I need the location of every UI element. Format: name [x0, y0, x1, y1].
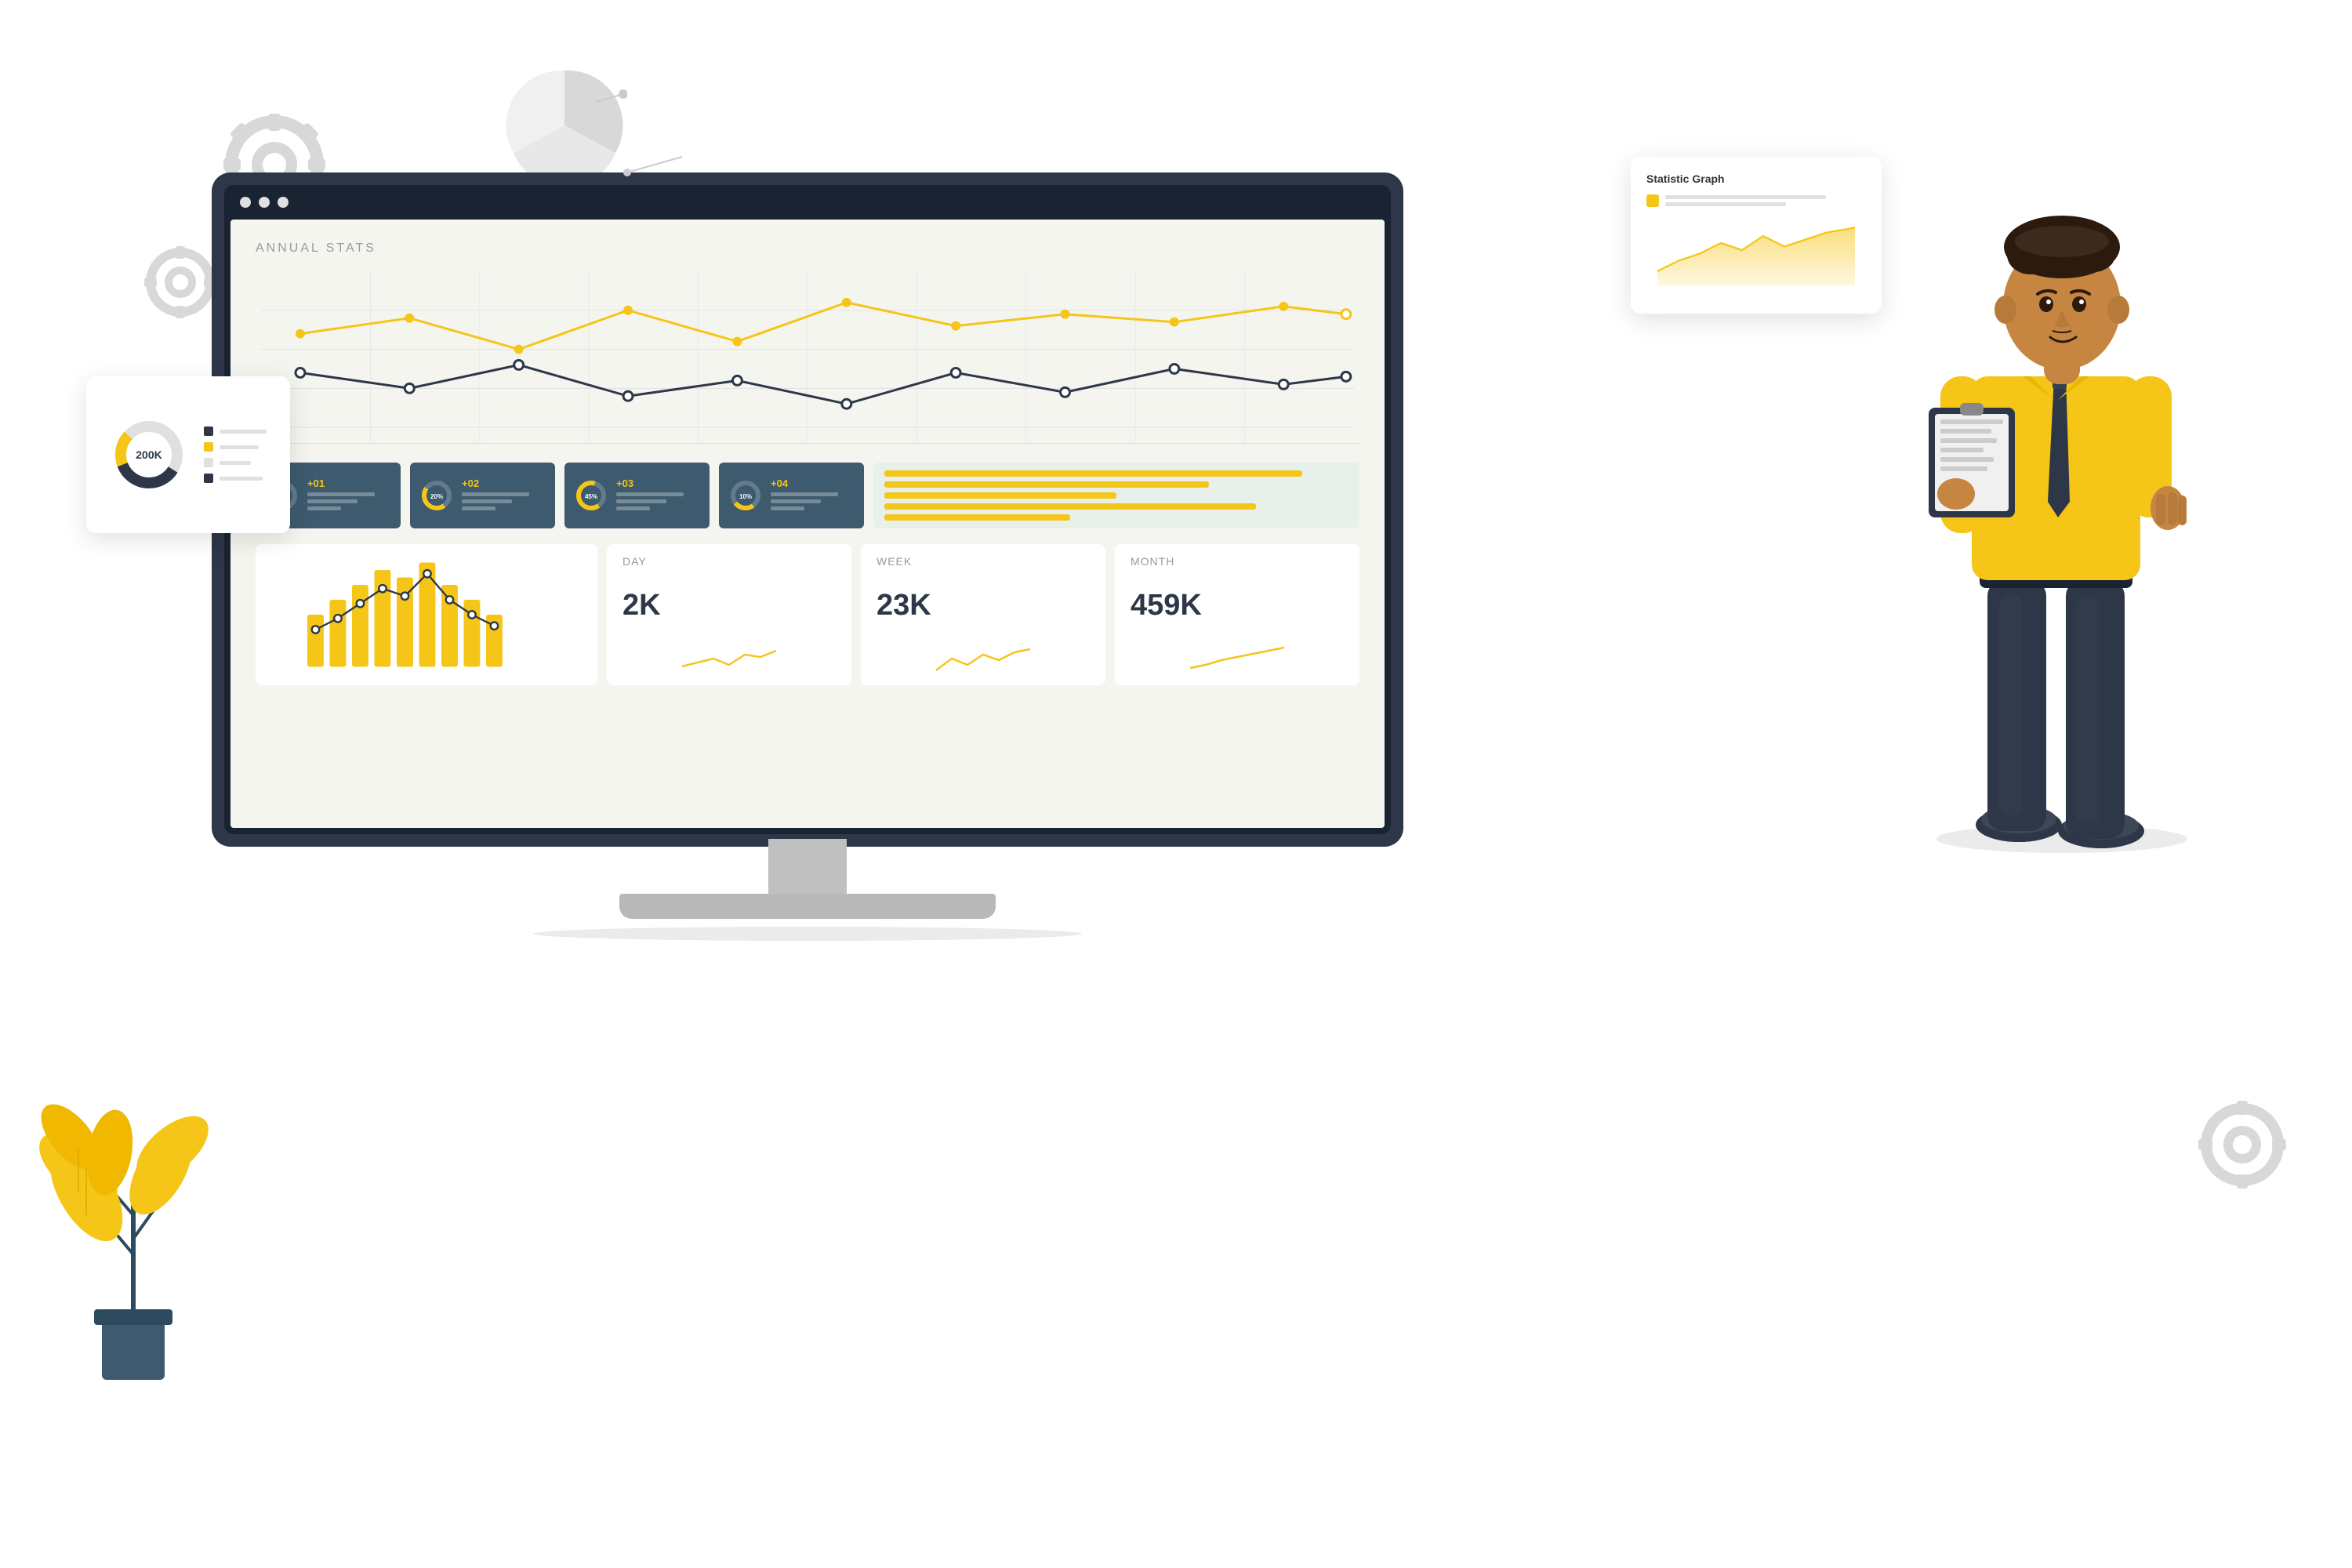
line-chart: [256, 271, 1359, 444]
stat-number-3: +03: [616, 477, 700, 489]
bar-chart-card: [256, 544, 597, 685]
laptop-content: ANNUAL STATS: [230, 220, 1385, 828]
legend-item-2: [204, 442, 267, 452]
bottom-row: DAY 2K WEEK 23K: [256, 544, 1359, 685]
stat-info-4: +04: [771, 477, 855, 514]
large-donut-chart: 200K: [110, 416, 188, 494]
stat-number-4: +04: [771, 477, 855, 489]
stat-card-4: 10% +04: [719, 463, 864, 528]
metric-card-day: DAY 2K: [607, 544, 851, 685]
sparkline-day: [622, 643, 836, 674]
gear-decoration-bottomright: [2195, 1098, 2289, 1192]
legend-item-3: [204, 458, 267, 467]
metric-label-week: WEEK: [877, 555, 1090, 568]
donut-4: 10%: [728, 478, 763, 513]
stat-lines-1: [307, 492, 391, 510]
donut-3: 45%: [574, 478, 608, 513]
stat-lines-2: [462, 492, 546, 510]
legend-item-1: [204, 426, 267, 436]
stat-line: [616, 492, 684, 496]
stat-line: [307, 499, 358, 503]
metric-card-month: MONTH 459K: [1115, 544, 1359, 685]
laptop-screen-inner: ANNUAL STATS: [224, 185, 1391, 834]
stat-line: [771, 499, 821, 503]
metric-card-week: WEEK 23K: [861, 544, 1105, 685]
legend-line-3: [220, 461, 251, 465]
sparkline-week: [877, 643, 1090, 674]
stat-graph-svg: [1646, 215, 1866, 285]
floating-pie-chart: [502, 63, 627, 188]
bar-line: [884, 470, 1302, 477]
metric-value-day: 2K: [622, 589, 836, 622]
stat-line: [462, 506, 495, 510]
legend-line-4: [220, 477, 263, 481]
stat-line: [616, 499, 666, 503]
laptop-shadow: [533, 927, 1082, 941]
stat-info-3: +03: [616, 477, 700, 514]
bar-chart-svg: [267, 555, 586, 674]
stat-line: [462, 499, 512, 503]
stat-line: [616, 506, 650, 510]
float-card-statistic-graph: Statistic Graph: [1631, 157, 1882, 314]
legend-dot-1: [204, 426, 213, 436]
legend-item-4: [204, 474, 267, 483]
donut-2: 20%: [419, 478, 454, 513]
titlebar-dot-green: [278, 197, 289, 208]
section-title: ANNUAL STATS: [256, 241, 1359, 256]
laptop-screen: ANNUAL STATS: [212, 172, 1403, 847]
stat-line: [771, 492, 838, 496]
stat-line: [307, 506, 341, 510]
svg-text:20%: 20%: [430, 493, 443, 500]
legend-dot-3: [204, 458, 213, 467]
metric-label-month: MONTH: [1131, 555, 1344, 568]
stat-card-3: 45% +03: [564, 463, 710, 528]
stat-info-2: +02: [462, 477, 546, 514]
stats-row: 10% +01: [256, 463, 1359, 528]
bar-line: [884, 503, 1256, 510]
stat-line: [462, 492, 529, 496]
stat-legend-color: [1646, 194, 1659, 207]
svg-text:10%: 10%: [739, 493, 752, 500]
titlebar-dot-yellow: [259, 197, 270, 208]
float-card-donut: 200K: [86, 376, 290, 533]
bar-line: [884, 492, 1116, 499]
legend-dot-2: [204, 442, 213, 452]
stat-legend-lines: [1665, 194, 1866, 207]
svg-text:45%: 45%: [585, 493, 597, 500]
donut-legend: [204, 426, 267, 483]
gear-decoration-small: [141, 243, 220, 321]
metric-value-month: 459K: [1131, 589, 1344, 622]
titlebar: [224, 185, 1391, 220]
plant-svg: [39, 1035, 227, 1411]
legend-dot-4: [204, 474, 213, 483]
person-svg: [1897, 110, 2227, 862]
bar-line: [884, 481, 1209, 488]
stat-card-2: 20% +02: [410, 463, 555, 528]
laptop-base: [619, 894, 996, 919]
titlebar-dot-red: [240, 197, 251, 208]
bar-line: [884, 514, 1070, 521]
stat-number-2: +02: [462, 477, 546, 489]
stat-lines-3: [616, 492, 700, 510]
person-illustration: [1897, 110, 2227, 862]
stat-info-1: +01: [307, 477, 391, 514]
legend-line-1: [220, 430, 267, 434]
stat-lines-4: [771, 492, 855, 510]
line-chart-svg: [256, 271, 1359, 443]
stat-line: [771, 506, 804, 510]
laptop-stand: [768, 839, 847, 894]
metric-label-day: DAY: [622, 555, 836, 568]
stat-graph-title: Statistic Graph: [1646, 172, 1866, 185]
stat-number-1: +01: [307, 477, 391, 489]
laptop: ANNUAL STATS: [212, 172, 1403, 941]
plant-illustration: [39, 1035, 227, 1411]
stat-bars-card: [873, 463, 1359, 528]
stat-line: [307, 492, 375, 496]
svg-text:200K: 200K: [136, 448, 162, 461]
sparkline-month: [1131, 643, 1344, 674]
metric-value-week: 23K: [877, 589, 1090, 622]
legend-line-2: [220, 445, 259, 449]
